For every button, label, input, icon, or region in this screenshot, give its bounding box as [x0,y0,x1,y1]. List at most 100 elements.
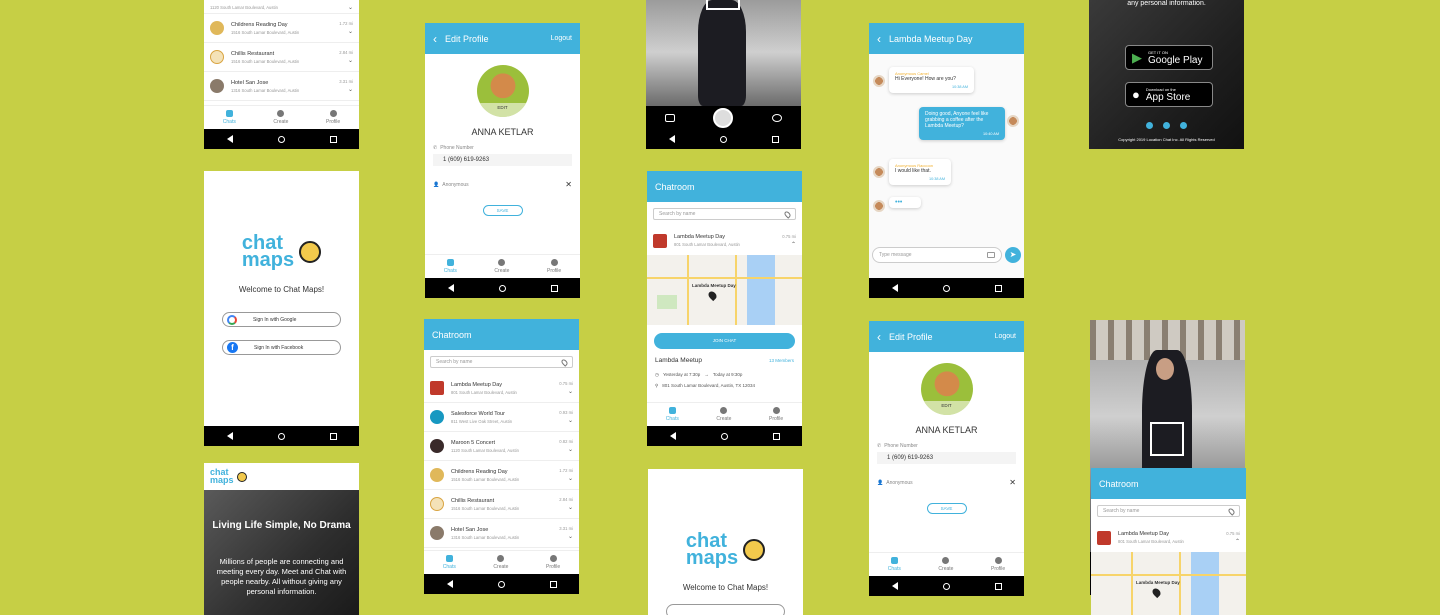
chevron-down-icon[interactable]: ⌄ [559,446,573,453]
google-signin-button[interactable]: Sign In with Google [222,312,341,327]
profile-avatar[interactable]: EDIT [920,363,973,415]
chevron-down-icon[interactable]: ⌄ [559,475,573,482]
save-button[interactable]: SAVE [482,205,523,216]
recents-icon[interactable] [994,284,1002,292]
shutter-button[interactable] [713,107,734,128]
tab-profile[interactable]: Profile [769,407,783,422]
app-store-button[interactable]: ● Download on the App Store [1125,82,1213,107]
chevron-down-icon[interactable]: ⌄ [559,388,573,395]
tab-profile[interactable]: Profile [547,259,561,274]
list-item[interactable]: Chillis Restaurant 1516 South Lamar Boule… [204,43,359,72]
gallery-icon[interactable] [665,113,676,122]
list-item[interactable]: Maroon 5 Concert 1120 South Lamar Bouleva… [424,432,579,461]
members-count[interactable]: 13 Members [769,358,794,363]
list-item[interactable]: Chillis Restaurant 1516 South Lamar Boule… [424,490,579,519]
back-icon[interactable] [668,135,675,143]
tab-create[interactable]: Create [494,259,509,274]
logout-button[interactable]: Logout [551,35,572,42]
facebook-signin-button[interactable]: f Sign In with Facebook [222,340,341,355]
tab-create[interactable]: Create [938,557,953,572]
tab-profile[interactable]: Profile [991,557,1005,572]
tab-profile[interactable]: Profile [326,110,340,125]
map-view[interactable]: Lambda Meetup Day [647,255,802,325]
save-button[interactable]: SAVE [926,503,967,514]
camera-icon[interactable] [987,252,995,258]
back-icon[interactable] [226,432,233,440]
recents-icon[interactable] [550,284,558,292]
phone-field[interactable]: 1 (609) 619-9263 [877,452,1016,464]
home-icon[interactable] [498,284,506,292]
tab-create[interactable]: Create [716,407,731,422]
tab-create[interactable]: Create [273,110,288,125]
recents-icon[interactable] [771,135,779,143]
search-input[interactable]: Search by name [1097,505,1240,517]
recents-icon[interactable] [772,432,780,440]
search-input[interactable]: Search by name [653,208,796,220]
close-icon[interactable]: ✕ [1009,478,1016,487]
home-icon[interactable] [277,432,285,440]
back-arrow-icon[interactable]: ‹ [877,32,881,46]
profile-avatar[interactable]: EDIT [476,65,529,117]
chevron-down-icon[interactable]: ⌄ [559,504,573,511]
location-pin-icon[interactable] [560,357,569,367]
back-icon[interactable] [891,284,898,292]
chevron-down-icon[interactable]: ⌄ [339,57,353,64]
list-item[interactable]: Childrens Reading Day 1516 South Lamar Bo… [424,461,579,490]
edit-avatar-label[interactable]: EDIT [920,401,973,415]
list-item[interactable]: Salesforce World Tour 811 West Live Oak S… [424,403,579,432]
send-button[interactable]: ➤ [1005,247,1021,263]
back-arrow-icon[interactable]: ‹ [433,32,437,46]
location-pin-icon[interactable] [783,209,792,219]
close-icon[interactable]: ✕ [565,180,572,189]
home-icon[interactable] [942,284,950,292]
map-pin-icon[interactable] [1150,586,1163,599]
home-icon[interactable] [277,135,285,143]
list-item[interactable]: Hotel San Jose 1316 South Lamar Boulevard… [204,72,359,101]
recents-icon[interactable] [329,135,337,143]
list-item[interactable]: Childrens Reading Day 1516 South Lamar Bo… [204,14,359,43]
tab-chats[interactable]: Chats [443,555,456,570]
tab-create[interactable]: Create [493,555,508,570]
home-icon[interactable] [497,580,505,588]
home-icon[interactable] [942,582,950,590]
search-input[interactable]: Search by name [430,356,573,368]
chevron-down-icon[interactable]: ⌄ [559,533,573,540]
join-chat-button[interactable]: JOIN CHAT [654,333,795,349]
chevron-down-icon[interactable]: ⌄ [339,86,353,93]
message-input[interactable]: Type message [872,247,1002,263]
location-pin-icon[interactable] [1227,506,1236,516]
tab-chats[interactable]: Chats [444,259,457,274]
list-item[interactable]: Lambda Meetup Day 801 South Lamar Bouleva… [424,374,579,403]
chevron-down-icon[interactable]: ⌄ [559,417,573,424]
back-icon[interactable] [891,582,898,590]
map-view[interactable]: Lambda Meetup Day [1091,552,1246,615]
chevron-down-icon[interactable]: ⌄ [339,28,353,35]
edit-avatar-label[interactable]: EDIT [476,103,529,117]
home-icon[interactable] [720,432,728,440]
switch-camera-icon[interactable] [771,113,782,122]
back-icon[interactable] [447,284,454,292]
tab-chats[interactable]: Chats [666,407,679,422]
chevron-up-icon[interactable]: ⌃ [1226,538,1240,545]
list-item-selected[interactable]: Lambda Meetup Day 801 South Lamar Bouleva… [647,226,802,255]
list-item-selected[interactable]: Lambda Meetup Day 801 South Lamar Bouleva… [1091,523,1246,552]
back-icon[interactable] [446,580,453,588]
logout-button[interactable]: Logout [995,333,1016,340]
back-icon[interactable] [669,432,676,440]
recents-icon[interactable] [329,432,337,440]
recents-icon[interactable] [549,580,557,588]
chevron-up-icon[interactable]: ⌃ [782,241,796,248]
back-icon[interactable] [226,135,233,143]
phone-field[interactable]: 1 (609) 619-9263 [433,154,572,166]
recents-icon[interactable] [994,582,1002,590]
google-signin-button[interactable] [666,604,785,615]
home-icon[interactable] [719,135,727,143]
list-item[interactable]: 1120 South Lamar Boulevard, Austin ⌄ [204,0,359,14]
tab-chats[interactable]: Chats [888,557,901,572]
twitter-icon[interactable] [1180,122,1187,129]
back-arrow-icon[interactable]: ‹ [877,330,881,344]
chevron-down-icon[interactable]: ⌄ [348,4,353,11]
tab-profile[interactable]: Profile [546,555,560,570]
tab-chats[interactable]: Chats [223,110,236,125]
facebook-icon[interactable] [1146,122,1153,129]
